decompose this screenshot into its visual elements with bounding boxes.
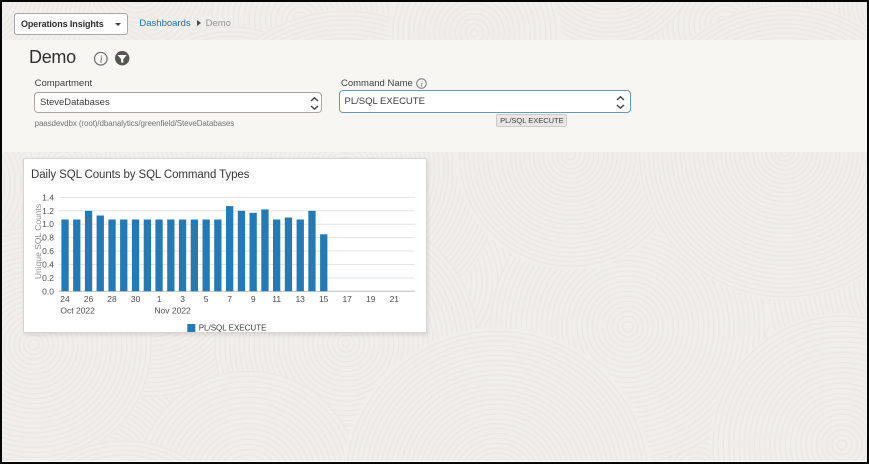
svg-text:0.8: 0.8 <box>42 233 54 243</box>
svg-text:24: 24 <box>60 294 70 304</box>
svg-text:0.4: 0.4 <box>42 260 54 270</box>
svg-text:0.0: 0.0 <box>42 286 54 296</box>
svg-text:13: 13 <box>295 294 305 304</box>
svg-text:19: 19 <box>366 294 376 304</box>
svg-text:30: 30 <box>131 294 141 304</box>
svg-text:0.6: 0.6 <box>42 246 54 256</box>
svg-text:Nov 2022: Nov 2022 <box>154 306 191 316</box>
svg-text:26: 26 <box>84 294 94 304</box>
svg-text:i: i <box>421 79 423 88</box>
svg-text:17: 17 <box>342 294 352 304</box>
svg-text:9: 9 <box>251 294 256 304</box>
svg-text:0.2: 0.2 <box>42 273 54 283</box>
svg-text:21: 21 <box>390 294 400 304</box>
svg-text:7: 7 <box>227 294 232 304</box>
svg-text:1.0: 1.0 <box>42 219 54 229</box>
svg-text:PL/SQL EXECUTE: PL/SQL EXECUTE <box>199 323 267 332</box>
svg-text:28: 28 <box>107 294 117 304</box>
svg-text:Oct 2022: Oct 2022 <box>60 306 95 316</box>
svg-text:Unique SQL Counts: Unique SQL Counts <box>33 204 43 279</box>
svg-text:3: 3 <box>180 294 185 304</box>
svg-text:i: i <box>100 54 103 65</box>
svg-text:1.2: 1.2 <box>42 206 54 216</box>
svg-text:5: 5 <box>204 294 209 304</box>
svg-text:1.4: 1.4 <box>42 192 54 202</box>
svg-text:1: 1 <box>157 294 162 304</box>
svg-text:11: 11 <box>272 294 281 304</box>
svg-text:15: 15 <box>319 294 329 304</box>
